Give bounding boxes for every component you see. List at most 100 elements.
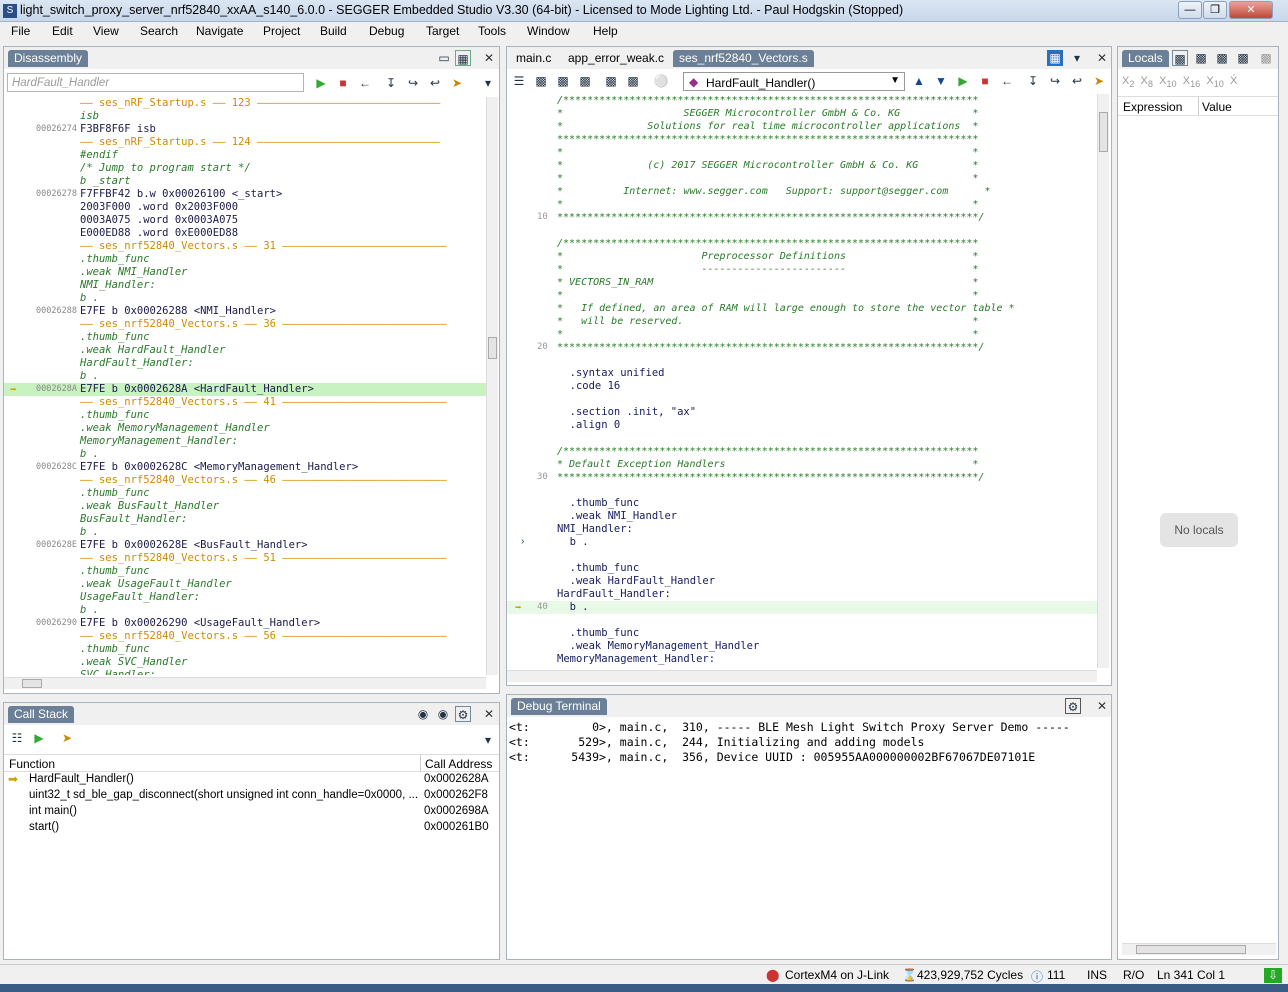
column-function[interactable]: Function bbox=[9, 757, 55, 771]
disassembly-line[interactable]: .weak SVC_Handler bbox=[4, 656, 486, 669]
column-expression[interactable]: Expression bbox=[1123, 100, 1182, 114]
editor-line[interactable]: .code 16 bbox=[507, 380, 1097, 393]
disassembly-line[interactable]: 0002628C E7FE b 0x0002628C <MemoryManage… bbox=[4, 461, 486, 474]
tab-debug-terminal[interactable]: Debug Terminal bbox=[511, 698, 607, 715]
disassembly-line[interactable]: 2003F000 .word 0x2003F000 bbox=[4, 201, 486, 214]
editor-line[interactable]: 30 **************************************… bbox=[507, 471, 1097, 484]
editor-line[interactable]: * If defined, an area of RAM will large … bbox=[507, 302, 1097, 315]
disassembly-line[interactable]: —— ses_nRF_Startup.s —— 123 ————————————… bbox=[4, 97, 486, 110]
editor-line[interactable]: * Solutions for real time microcontrolle… bbox=[507, 120, 1097, 133]
disassembly-line[interactable]: .weak NMI_Handler bbox=[4, 266, 486, 279]
editor-step-over-icon[interactable]: ↪ bbox=[1047, 73, 1063, 89]
run-to-cursor-icon[interactable]: ➤ bbox=[449, 75, 465, 91]
locals-view1-icon[interactable]: ▩ bbox=[1172, 50, 1188, 66]
menu-project[interactable]: Project bbox=[263, 24, 300, 38]
editor-scroll-thumb[interactable] bbox=[1099, 112, 1108, 152]
disassembly-line[interactable]: —— ses_nrf52840_Vectors.s —— 31 ————————… bbox=[4, 240, 486, 253]
disassembly-line[interactable]: .thumb_func bbox=[4, 565, 486, 578]
disassembly-line[interactable]: isb bbox=[4, 110, 486, 123]
status-target[interactable]: CortexM4 on J-Link bbox=[785, 968, 889, 982]
disassembly-line[interactable]: .thumb_func bbox=[4, 331, 486, 344]
minimize-button[interactable]: — bbox=[1178, 1, 1202, 19]
editor-line[interactable]: * (c) 2017 SEGGER Microcontroller GmbH &… bbox=[507, 159, 1097, 172]
disassembly-line[interactable]: MemoryManagement_Handler: bbox=[4, 435, 486, 448]
disassembly-line[interactable]: b . bbox=[4, 448, 486, 461]
disassembly-line[interactable]: .weak MemoryManagement_Handler bbox=[4, 422, 486, 435]
disassembly-line[interactable]: .thumb_func bbox=[4, 409, 486, 422]
settings-icon[interactable]: ⚙ bbox=[455, 706, 471, 722]
terminal-output[interactable]: <t: 0>, main.c, 310, ----- BLE Mesh Ligh… bbox=[509, 720, 1109, 950]
step-out-icon[interactable]: ↩ bbox=[427, 75, 443, 91]
callstack-options-icon[interactable]: ☷ bbox=[9, 730, 25, 746]
editor-line[interactable]: .align 0 bbox=[507, 419, 1097, 432]
locals-view4-icon[interactable]: ▩ bbox=[1235, 50, 1251, 66]
next-function-icon[interactable]: ▼ bbox=[933, 73, 949, 89]
locals-format-toolbar[interactable]: X2 X8 X10 X16 X10 X́ bbox=[1122, 75, 1237, 89]
editor-line[interactable]: ****************************************… bbox=[507, 133, 1097, 146]
editor-line[interactable]: /***************************************… bbox=[507, 94, 1097, 107]
editor-step-into-icon[interactable]: ↧ bbox=[1025, 73, 1041, 89]
editor-line[interactable]: ➡ 40 b . bbox=[507, 601, 1097, 614]
terminal-settings-icon[interactable]: ⚙ bbox=[1065, 698, 1081, 714]
editor-line[interactable]: * * bbox=[507, 172, 1097, 185]
disassembly-content[interactable]: —— ses_nRF_Startup.s —— 123 ————————————… bbox=[4, 97, 486, 675]
editor-line[interactable] bbox=[507, 484, 1097, 497]
terminal-close-icon[interactable]: ✕ bbox=[1097, 699, 1107, 713]
editor-line[interactable]: * Preprocessor Definitions * bbox=[507, 250, 1097, 263]
callstack-run-icon[interactable]: ▶ bbox=[31, 730, 47, 746]
editor-line[interactable]: /***************************************… bbox=[507, 445, 1097, 458]
disassembly-line[interactable]: b . bbox=[4, 370, 486, 383]
options-chevron-icon[interactable]: ▾ bbox=[480, 75, 496, 91]
disassembly-line[interactable]: 0002628E E7FE b 0x0002628E <BusFault_Han… bbox=[4, 539, 486, 552]
tab-locals[interactable]: Locals bbox=[1122, 50, 1169, 67]
editor-line[interactable]: .thumb_func bbox=[507, 497, 1097, 510]
find-next-icon[interactable]: ◉ bbox=[435, 706, 451, 722]
editor-line[interactable]: b . bbox=[507, 536, 1097, 549]
editor-line[interactable]: * * bbox=[507, 328, 1097, 341]
menu-target[interactable]: Target bbox=[426, 24, 459, 38]
disassembly-line[interactable]: b . bbox=[4, 526, 486, 539]
editor-line[interactable] bbox=[507, 393, 1097, 406]
editor-line[interactable]: MemoryManagement_Handler: bbox=[507, 653, 1097, 666]
editor-back-icon[interactable]: ← bbox=[999, 73, 1015, 89]
locals-hscrollbar[interactable] bbox=[1122, 943, 1276, 955]
disassembly-line[interactable]: b . bbox=[4, 604, 486, 617]
editor-close-icon[interactable]: ✕ bbox=[1097, 51, 1107, 65]
disassembly-line[interactable]: b . bbox=[4, 292, 486, 305]
prev-function-icon[interactable]: ▲ bbox=[911, 73, 927, 89]
editor-line[interactable]: .section .init, "ax" bbox=[507, 406, 1097, 419]
locals-hscroll-thumb[interactable] bbox=[1136, 945, 1246, 954]
callstack-row[interactable]: uint32_t sd_ble_gap_disconnect(short uns… bbox=[4, 788, 499, 804]
editor-line[interactable]: * Internet: www.segger.com Support: supp… bbox=[507, 185, 1097, 198]
disassembly-line[interactable]: /* Jump to program start */ bbox=[4, 162, 486, 175]
editor-line[interactable]: /***************************************… bbox=[507, 237, 1097, 250]
editor-line[interactable]: .weak MemoryManagement_Handler bbox=[507, 640, 1097, 653]
disassembly-line[interactable]: b _start bbox=[4, 175, 486, 188]
menu-help[interactable]: Help bbox=[593, 24, 618, 38]
disassembly-line[interactable]: —— ses_nrf52840_Vectors.s —— 51 ————————… bbox=[4, 552, 486, 565]
locals-more-icon[interactable]: ▩ bbox=[1258, 50, 1274, 66]
editor-line[interactable]: HardFault_Handler: bbox=[507, 588, 1097, 601]
column-value[interactable]: Value bbox=[1202, 100, 1232, 114]
stop-icon[interactable]: ■ bbox=[335, 75, 351, 91]
editor-content[interactable]: /***************************************… bbox=[507, 94, 1097, 668]
editor-line[interactable]: .weak NMI_Handler bbox=[507, 510, 1097, 523]
binoculars-icon[interactable]: ◉ bbox=[415, 706, 431, 722]
step-into-icon[interactable]: ↧ bbox=[383, 75, 399, 91]
locals-view2-icon[interactable]: ▩ bbox=[1193, 50, 1209, 66]
tab-main-c[interactable]: main.c bbox=[516, 51, 551, 65]
disassembly-hscroll-thumb[interactable] bbox=[22, 679, 42, 688]
menu-navigate[interactable]: Navigate bbox=[196, 24, 243, 38]
disassembly-line[interactable]: UsageFault_Handler: bbox=[4, 591, 486, 604]
disassembly-line[interactable]: .thumb_func bbox=[4, 253, 486, 266]
disassembly-line[interactable]: .weak HardFault_Handler bbox=[4, 344, 486, 357]
editor-line[interactable] bbox=[507, 549, 1097, 562]
split-view-icon[interactable]: ▦ bbox=[1047, 50, 1063, 66]
disassembly-vscrollbar[interactable] bbox=[486, 97, 498, 675]
disassembly-line[interactable]: NMI_Handler: bbox=[4, 279, 486, 292]
disassembly-line[interactable]: —— ses_nRF_Startup.s —— 124 ————————————… bbox=[4, 136, 486, 149]
menu-window[interactable]: Window bbox=[527, 24, 570, 38]
menu-search[interactable]: Search bbox=[140, 24, 178, 38]
disassembly-line[interactable]: HardFault_Handler: bbox=[4, 357, 486, 370]
disassembly-line[interactable]: .weak BusFault_Handler bbox=[4, 500, 486, 513]
